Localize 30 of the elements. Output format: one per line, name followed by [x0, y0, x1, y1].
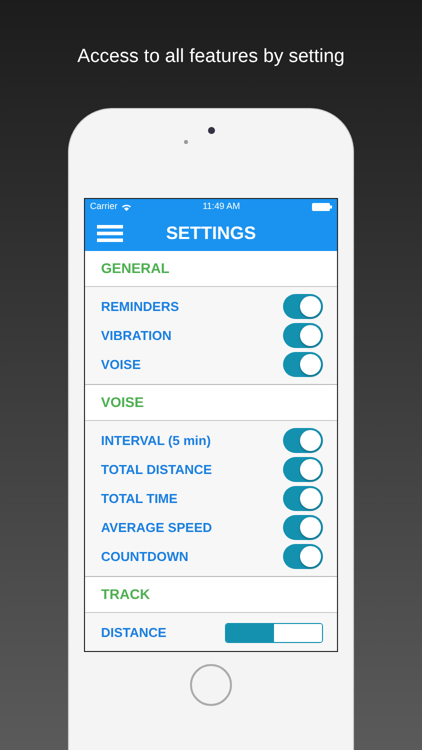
- toggle-switch[interactable]: [283, 515, 323, 540]
- setting-label: VIBRATION: [101, 326, 172, 345]
- screen-title: SETTINGS: [164, 222, 257, 244]
- setting-label: INTERVAL (5 min): [101, 432, 211, 450]
- setting-label: AVERAGE SPEED: [101, 518, 212, 537]
- setting-label: COUNTDOWN: [101, 548, 188, 566]
- toggle-switch[interactable]: [283, 486, 323, 511]
- setting-label: TOTAL TIME: [101, 490, 178, 508]
- setting-label: TOTAL DISTANCE: [101, 460, 212, 479]
- section-header: TRACK: [101, 585, 150, 604]
- toggle-switch[interactable]: [283, 352, 323, 377]
- toggle-switch[interactable]: [283, 428, 323, 453]
- segment-option[interactable]: [274, 624, 322, 642]
- setting-label: VOISE: [101, 356, 141, 374]
- toggle-switch[interactable]: [283, 544, 323, 569]
- setting-label: DISTANCE: [101, 624, 166, 642]
- carrier-label: Carrier: [90, 200, 118, 214]
- wifi-icon: [122, 204, 131, 210]
- menu-icon[interactable]: [97, 224, 123, 242]
- sensor-icon: [184, 140, 188, 144]
- battery-icon: [312, 203, 332, 211]
- toggle-switch[interactable]: [283, 294, 323, 319]
- section-header: VOISE: [101, 393, 144, 412]
- toggle-switch[interactable]: [283, 457, 323, 482]
- camera-icon: [208, 127, 214, 134]
- setting-label: REMINDERS: [101, 298, 180, 316]
- status-time: 11:49 AM: [202, 200, 240, 214]
- headline: Access to all features by setting: [76, 45, 346, 69]
- section-header: GENERAL: [101, 259, 170, 278]
- toggle-switch[interactable]: [283, 323, 323, 348]
